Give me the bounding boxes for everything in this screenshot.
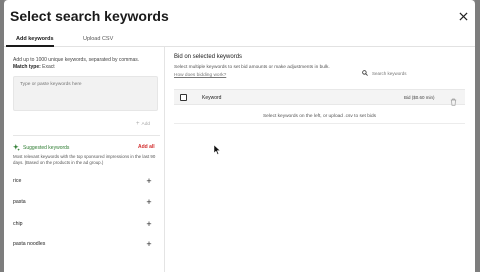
add-keywords-pane: Add up to 1000 unique keywords, separate… (4, 47, 164, 272)
empty-state-message: Select keywords on the left, or upload .… (174, 110, 465, 124)
search-input[interactable] (372, 70, 442, 76)
keywords-textarea[interactable] (13, 76, 158, 111)
bids-table-header: Keyword Bid ($0.60 min) (174, 89, 465, 106)
column-header-keyword: Keyword (202, 95, 222, 101)
suggested-keywords-heading: Suggested keywords (13, 144, 69, 151)
match-type: Match type: Exact (13, 64, 55, 70)
plus-icon: + (146, 176, 152, 186)
suggested-keyword-label: rice (13, 178, 22, 184)
bid-section-title: Bid on selected keywords (174, 54, 243, 60)
list-item: rice + (13, 176, 153, 186)
plus-icon: + (136, 121, 140, 127)
plus-icon: + (146, 239, 152, 249)
section-divider (13, 135, 160, 136)
keyword-search (360, 67, 452, 79)
plus-icon: + (146, 219, 152, 229)
tab-upload-csv[interactable]: Upload CSV (83, 36, 113, 42)
tab-add-keywords[interactable]: Add keywords (16, 36, 54, 42)
list-item: pasta noodles + (13, 239, 153, 249)
suggested-keywords-description: Most relevant keywords with the top spon… (13, 154, 156, 165)
sparkle-icon (13, 144, 20, 151)
close-button[interactable] (457, 10, 469, 22)
select-keywords-modal: Select search keywords Add keywords Uplo… (4, 0, 475, 272)
suggested-keyword-label: pasta (13, 199, 26, 205)
suggested-keyword-label: chip (13, 221, 23, 227)
add-keywords-button[interactable]: + Add (136, 121, 150, 127)
add-keyword-button[interactable]: + (145, 197, 153, 207)
list-item: pasta + (13, 197, 153, 207)
match-type-label: Match type: (13, 64, 41, 70)
plus-icon: + (146, 197, 152, 207)
backdrop (475, 0, 480, 272)
bid-pane: Bid on selected keywords Select multiple… (165, 47, 475, 272)
close-icon (458, 11, 468, 21)
list-item: chip + (13, 219, 153, 229)
suggested-keywords-title: Suggested keywords (23, 144, 70, 151)
modal-title: Select search keywords (10, 8, 169, 24)
trash-icon (450, 98, 457, 106)
suggested-keyword-label: pasta noodles (13, 241, 46, 247)
bidding-help-link[interactable]: How does bidding work? (174, 73, 226, 78)
search-icon (362, 70, 368, 76)
bid-section-subtitle: Select multiple keywords to set bid amou… (174, 65, 330, 70)
tab-bar: Add keywords Upload CSV (4, 33, 475, 47)
delete-selected-button[interactable] (450, 93, 458, 106)
add-label: Add (141, 121, 151, 127)
add-keyword-button[interactable]: + (145, 219, 153, 229)
keywords-hint: Add up to 1000 unique keywords, separate… (13, 57, 140, 63)
column-header-bid: Bid ($0.60 min) (404, 95, 435, 100)
add-keyword-button[interactable]: + (145, 239, 153, 249)
select-all-checkbox[interactable] (180, 94, 187, 101)
match-type-value: Exact (42, 64, 55, 70)
add-keyword-button[interactable]: + (145, 176, 153, 186)
mouse-pointer-icon (214, 145, 221, 155)
add-all-button[interactable]: Add all (138, 144, 155, 150)
